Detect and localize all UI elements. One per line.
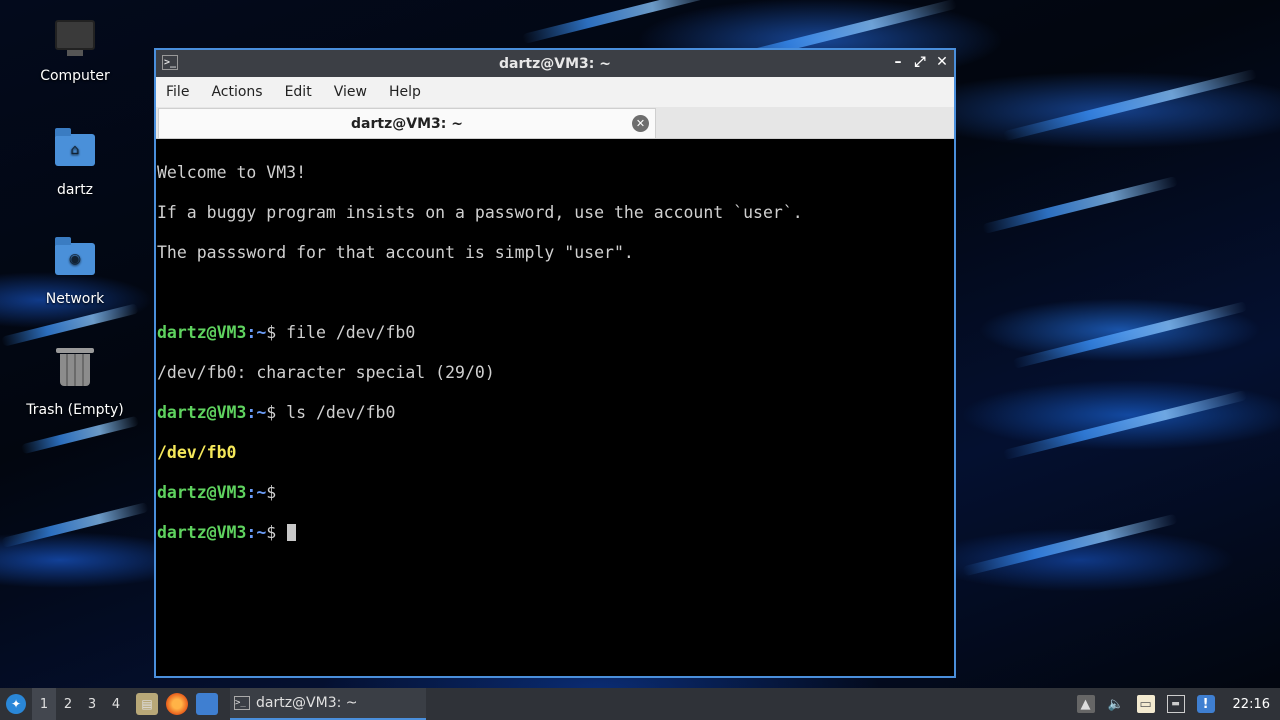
prompt-path: :~ xyxy=(246,403,267,422)
prompt-symbol: $ xyxy=(266,323,277,342)
desktop-icon[interactable] xyxy=(196,693,218,715)
command-text: ls /dev/fb0 xyxy=(276,403,396,422)
command-text: file /dev/fb0 xyxy=(276,323,416,342)
desktop-icon-label: Network xyxy=(45,291,105,307)
prompt-user: dartz@VM3 xyxy=(157,403,247,422)
workspace-4[interactable]: 4 xyxy=(104,688,128,720)
desktop-icon-label: Computer xyxy=(40,68,110,84)
clipboard-icon[interactable]: ▭ xyxy=(1136,695,1155,713)
prompt-line: dartz@VM3:~$ xyxy=(157,523,954,543)
window-titlebar[interactable]: >_ dartz@VM3: ~ – ⤢ ✕ xyxy=(156,50,954,77)
prompt-path: :~ xyxy=(246,323,267,342)
command-output: /dev/fb0 xyxy=(157,443,237,462)
command-line: dartz@VM3:~$ file /dev/fb0 xyxy=(157,323,954,343)
prompt-user: dartz@VM3 xyxy=(157,323,247,342)
system-tray: ▲ 🔈 ▭ ▬ ! 22:16 xyxy=(1076,688,1280,720)
menubar: File Actions Edit View Help xyxy=(156,77,954,107)
prompt-path: :~ xyxy=(246,483,267,502)
desktop-icon-network[interactable]: ◉ Network xyxy=(20,237,130,307)
workspace-3[interactable]: 3 xyxy=(80,688,104,720)
workspace-2[interactable]: 2 xyxy=(56,688,80,720)
prompt-line: dartz@VM3:~$ xyxy=(157,483,954,503)
network-icon[interactable]: ▬ xyxy=(1166,695,1185,713)
taskbar-terminal-button[interactable]: >_ dartz@VM3: ~ xyxy=(230,688,426,720)
desktop-icon-home[interactable]: ⌂ dartz xyxy=(20,128,130,198)
menu-actions[interactable]: Actions xyxy=(211,84,262,100)
firefox-icon[interactable] xyxy=(166,693,188,715)
maximize-button[interactable]: ⤢ xyxy=(914,54,926,70)
minimize-button[interactable]: – xyxy=(892,54,904,70)
terminal-tab[interactable]: dartz@VM3: ~ ✕ xyxy=(158,108,656,138)
volume-icon[interactable]: 🔈 xyxy=(1107,695,1125,713)
workspace-1[interactable]: 1 xyxy=(32,688,56,720)
taskbar: ✦ 1 2 3 4 ▤ >_ dartz@VM3: ~ ▲ 🔈 ▭ ▬ ! 22… xyxy=(0,688,1280,720)
computer-icon xyxy=(54,20,96,62)
terminal-app-icon: >_ xyxy=(162,55,178,70)
welcome-line: If a buggy program insists on a password… xyxy=(157,203,803,222)
prompt-path: :~ xyxy=(246,523,267,542)
text-cursor xyxy=(287,524,297,541)
prompt-symbol: $ xyxy=(266,523,277,542)
tab-label: dartz@VM3: ~ xyxy=(351,115,463,132)
window-title: dartz@VM3: ~ xyxy=(499,55,611,72)
desktop-icon-label: dartz xyxy=(56,182,94,198)
prompt-symbol: $ xyxy=(266,483,277,502)
task-label: dartz@VM3: ~ xyxy=(256,695,358,711)
terminal-icon: >_ xyxy=(234,696,250,710)
trash-icon xyxy=(54,348,96,396)
start-menu-button[interactable]: ✦ xyxy=(0,688,32,720)
menu-help[interactable]: Help xyxy=(389,84,421,100)
close-button[interactable]: ✕ xyxy=(936,54,948,70)
terminal-output[interactable]: Welcome to VM3! If a buggy program insis… xyxy=(156,140,954,676)
welcome-line: The passsword for that account is simply… xyxy=(157,243,634,262)
file-manager-icon[interactable]: ▤ xyxy=(136,693,158,715)
lubuntu-logo-icon: ✦ xyxy=(6,694,26,714)
desktop-icon-label: Trash (Empty) xyxy=(26,402,124,418)
tab-bar: dartz@VM3: ~ ✕ xyxy=(156,107,954,139)
update-icon[interactable]: ! xyxy=(1196,695,1215,713)
prompt-symbol: $ xyxy=(266,403,277,422)
menu-edit[interactable]: Edit xyxy=(285,84,312,100)
menu-view[interactable]: View xyxy=(334,84,367,100)
desktop-icon-computer[interactable]: Computer xyxy=(20,20,130,84)
home-folder-icon: ⌂ xyxy=(54,128,96,176)
command-line: dartz@VM3:~$ ls /dev/fb0 xyxy=(157,403,954,423)
prompt-user: dartz@VM3 xyxy=(157,483,247,502)
tab-close-icon[interactable]: ✕ xyxy=(632,115,649,132)
menu-file[interactable]: File xyxy=(166,84,189,100)
network-folder-icon: ◉ xyxy=(54,237,96,285)
welcome-line: Welcome to VM3! xyxy=(157,163,307,182)
prompt-user: dartz@VM3 xyxy=(157,523,247,542)
terminal-window[interactable]: >_ dartz@VM3: ~ – ⤢ ✕ File Actions Edit … xyxy=(154,48,956,678)
command-output: /dev/fb0: character special (29/0) xyxy=(157,363,495,382)
up-arrow-icon[interactable]: ▲ xyxy=(1076,695,1095,713)
clock[interactable]: 22:16 xyxy=(1233,697,1270,712)
desktop-icon-trash[interactable]: Trash (Empty) xyxy=(20,346,130,418)
